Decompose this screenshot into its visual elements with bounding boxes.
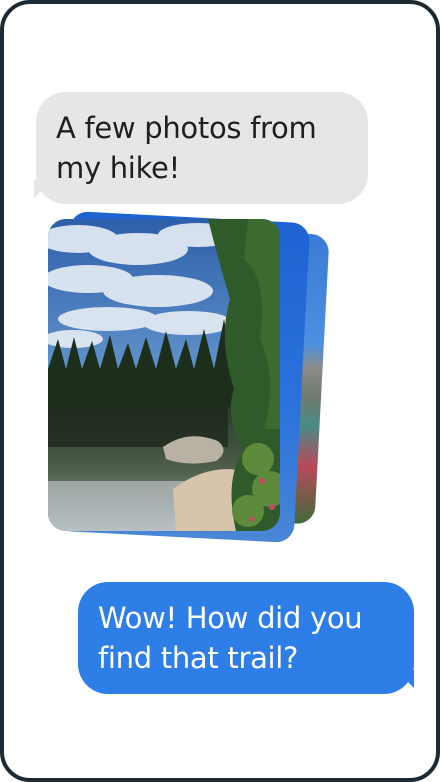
lake-photo[interactable]: [48, 219, 280, 531]
lake-photo-image: [48, 219, 280, 531]
photo-attachment-stack[interactable]: [34, 209, 334, 549]
incoming-message-bubble[interactable]: A few photos from my hike!: [36, 92, 368, 204]
phone-frame: A few photos from my hike! Wow! How did …: [0, 0, 440, 782]
incoming-bubble-tail: [34, 180, 52, 198]
outgoing-bubble-tail: [396, 670, 414, 688]
outgoing-message-bubble[interactable]: Wow! How did you find that trail?: [78, 582, 414, 694]
